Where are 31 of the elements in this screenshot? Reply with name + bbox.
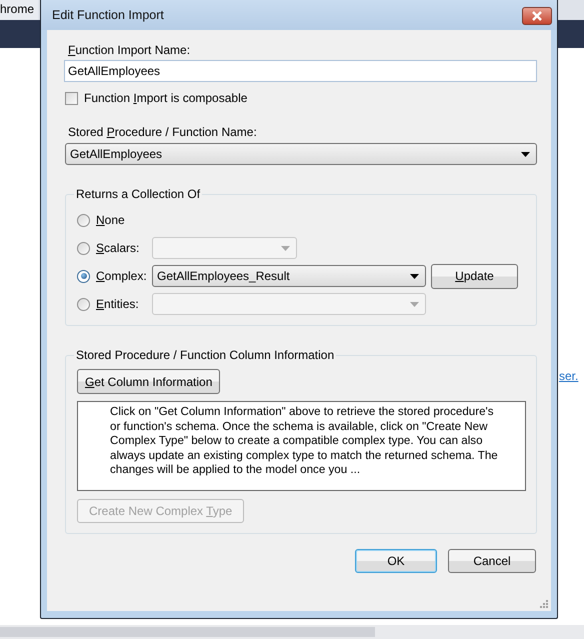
close-button[interactable]	[522, 7, 552, 25]
info-text: Click on "Get Column Information" above to retrieve the stored procedure's or function's schema. Once the schema is available, click on "Create New Complex Type" below to create a compatible complex type. You can also always update an existing complex type to match the returned schema. The changes will be applied to the model once you ...	[110, 405, 498, 476]
dropdown-arrow-icon	[521, 152, 530, 156]
update-button[interactable]: Update	[431, 264, 518, 288]
type-dropdown[interactable]: GetAllEmployees_Result	[152, 265, 426, 287]
dropdown-arrow-icon	[410, 302, 419, 306]
radio-label: Complex:	[96, 269, 148, 283]
field-label: Function Import Name:	[68, 43, 190, 57]
group-title: Stored Procedure / Function Column Information	[75, 348, 336, 362]
radio-label: Scalars:	[96, 241, 140, 255]
close-icon	[531, 11, 543, 21]
function-name-field[interactable]: GetAllEmployees	[64, 60, 537, 82]
procedure-dropdown[interactable]: GetAllEmployees	[65, 143, 537, 165]
composable-checkbox[interactable]	[65, 92, 78, 104]
radio-button[interactable]	[77, 270, 90, 282]
dropdown-arrow-icon	[281, 246, 290, 250]
field-label: Stored Procedure / Function Name:	[68, 125, 257, 139]
dropdown-arrow-icon	[410, 274, 419, 278]
radio-button[interactable]	[77, 214, 90, 226]
group-title: Returns a Collection Of	[75, 187, 202, 201]
radio-label: None	[96, 213, 126, 227]
window-title: Edit Function Import	[52, 8, 164, 22]
ok-button[interactable]: OK	[355, 549, 437, 573]
resize-grip-icon[interactable]	[540, 600, 548, 608]
page-link[interactable]: ser.	[559, 369, 578, 383]
radio-label: Entities:	[96, 297, 140, 311]
cancel-button[interactable]: Cancel	[448, 549, 536, 573]
horizontal-scrollbar[interactable]	[0, 625, 584, 639]
checkbox-label: Function Import is composable	[84, 91, 248, 105]
get-column-information-button[interactable]: Get Column Information	[77, 369, 220, 394]
browser-tab[interactable]: hrome	[0, 0, 38, 20]
